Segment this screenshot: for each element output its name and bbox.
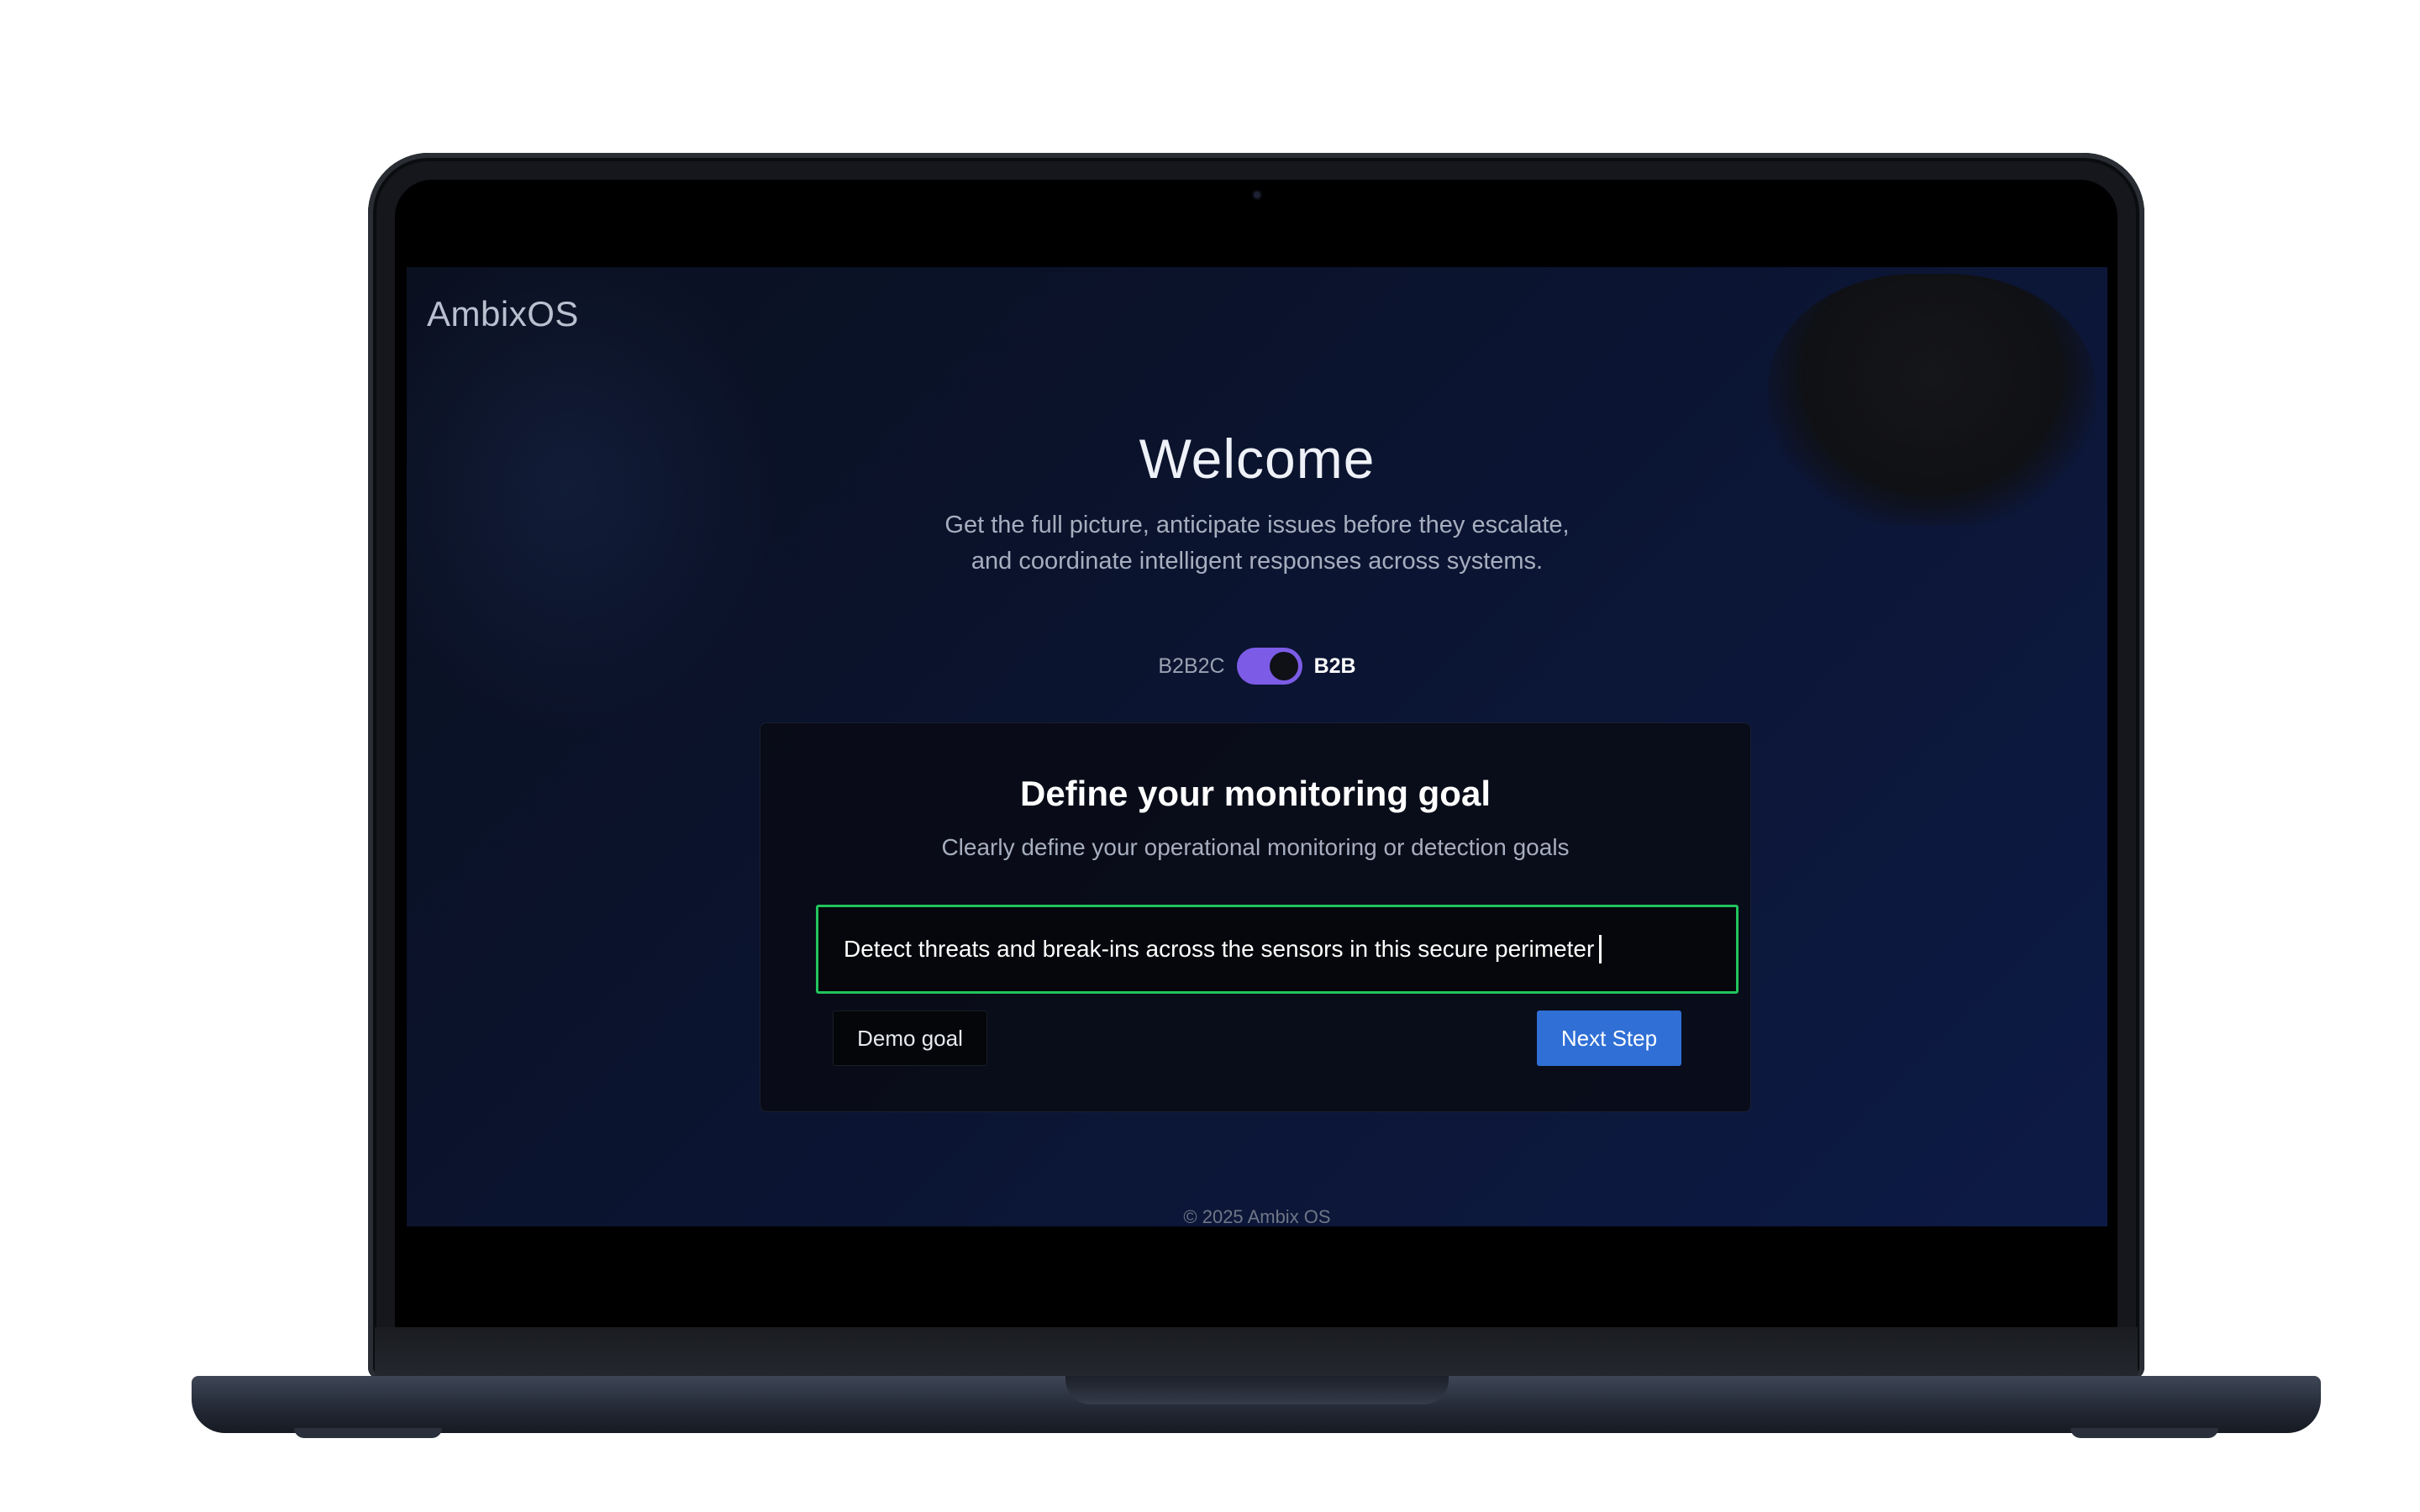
- next-step-button[interactable]: Next Step: [1537, 1011, 1681, 1066]
- subtitle-line-1: Get the full picture, anticipate issues …: [944, 512, 1570, 538]
- goal-card: Define your monitoring goal Clearly defi…: [760, 722, 1751, 1112]
- footer-copyright: © 2025 Ambix OS: [1183, 1206, 1331, 1226]
- page-subtitle: Get the full picture, anticipate issues …: [407, 507, 2107, 580]
- camera-icon: [1254, 192, 1260, 198]
- text-caret: [1599, 935, 1602, 963]
- laptop-foot-right: [2070, 1428, 2218, 1438]
- toggle-label-b2b[interactable]: B2B: [1314, 654, 1356, 679]
- demo-goal-button[interactable]: Demo goal: [833, 1011, 987, 1066]
- mode-toggle-switch[interactable]: [1236, 648, 1302, 685]
- goal-input[interactable]: Detect threats and break-ins across the …: [816, 905, 1739, 994]
- app-screen: AmbixOS Welcome Get the full picture, an…: [407, 267, 2107, 1226]
- brand-logo: AmbixOS: [427, 294, 579, 333]
- subtitle-line-2: and coordinate intelligent responses acr…: [971, 548, 1544, 575]
- laptop-mockup: AmbixOS Welcome Get the full picture, an…: [0, 0, 2420, 1512]
- page-title: Welcome: [1139, 428, 1376, 490]
- goal-input-value: Detect threats and break-ins across the …: [844, 936, 1595, 962]
- laptop-base-notch: [1065, 1376, 1449, 1404]
- card-title: Define your monitoring goal: [1019, 774, 1491, 813]
- mode-toggle-row: B2B2C B2B: [407, 647, 2107, 685]
- toggle-knob: [1269, 652, 1298, 680]
- laptop-foot-left: [294, 1428, 442, 1438]
- toggle-label-b2b2c[interactable]: B2B2C: [1158, 654, 1224, 679]
- card-description: Clearly define your operational monitori…: [941, 834, 1570, 860]
- laptop-chin: [375, 1327, 2138, 1378]
